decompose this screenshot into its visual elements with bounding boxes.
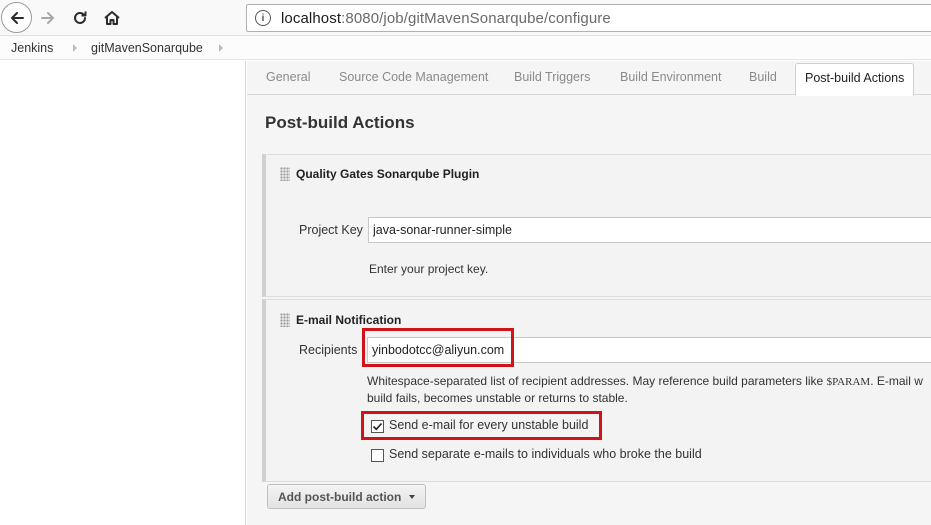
breadcrumb-job[interactable]: gitMavenSonarqube [91, 41, 203, 55]
config-tabbar: General Source Code Management Build Tri… [247, 61, 931, 96]
url-text: localhost:8080/job/gitMavenSonarqube/con… [281, 9, 611, 27]
project-key-label: Project Key [299, 223, 363, 237]
section-title: Post-build Actions [265, 113, 415, 132]
quality-gates-title: Quality Gates Sonarqube Plugin [296, 167, 480, 181]
tab-build-triggers[interactable]: Build Triggers [514, 70, 590, 84]
arrow-right-icon [41, 12, 54, 24]
unstable-build-highlight-box [361, 411, 602, 440]
recipients-help-param: $PARAM [826, 376, 871, 388]
email-notification-title: E-mail Notification [296, 313, 402, 327]
browser-toolbar: i localhost:8080/job/gitMavenSonarqube/c… [0, 0, 931, 36]
config-main: General Source Code Management Build Tri… [247, 61, 931, 525]
drag-handle-icon[interactable] [280, 167, 290, 181]
tab-general[interactable]: General [266, 70, 310, 84]
breadcrumb-separator-icon[interactable] [73, 44, 77, 52]
tab-post-build-actions[interactable]: Post-build Actions [795, 63, 915, 96]
separate-emails-checkbox[interactable] [371, 449, 384, 462]
tab-build-environment[interactable]: Build Environment [620, 70, 721, 84]
tab-source-code-management[interactable]: Source Code Management [339, 70, 488, 84]
recipients-help-text-tail: . E-mail w [870, 374, 923, 388]
reload-button[interactable] [64, 2, 96, 34]
recipients-highlight-box [362, 328, 514, 367]
home-icon [104, 11, 120, 25]
separate-emails-label[interactable]: Send separate e-mails to individuals who… [389, 447, 702, 461]
recipients-help: Whitespace-separated list of recipient a… [367, 373, 931, 406]
project-key-help: Enter your project key. [369, 262, 489, 276]
email-notification-panel: E-mail Notification Recipients Whitespac… [262, 299, 931, 482]
address-bar[interactable]: i localhost:8080/job/gitMavenSonarqube/c… [246, 4, 931, 32]
caret-down-icon [409, 494, 416, 499]
breadcrumb: Jenkins gitMavenSonarqube [0, 36, 931, 60]
add-post-build-action-label: Add post-build action [278, 489, 402, 504]
project-key-input[interactable] [368, 217, 931, 243]
reload-icon [74, 11, 87, 24]
info-icon[interactable]: i [255, 10, 271, 26]
back-button[interactable] [1, 2, 32, 33]
recipients-help-text: Whitespace-separated list of recipient a… [367, 374, 827, 388]
add-post-build-action-button[interactable]: Add post-build action [267, 484, 427, 509]
side-panel [0, 61, 246, 525]
home-button[interactable] [96, 2, 128, 34]
quality-gates-panel: Quality Gates Sonarqube Plugin Project K… [262, 154, 931, 297]
recipients-label: Recipients [299, 343, 358, 357]
forward-button[interactable] [32, 2, 64, 34]
drag-handle-icon[interactable] [280, 313, 290, 327]
recipients-help-line2: build fails, becomes unstable or returns… [367, 391, 628, 405]
breadcrumb-separator-icon[interactable] [219, 44, 223, 52]
breadcrumb-jenkins[interactable]: Jenkins [11, 41, 53, 55]
tab-build[interactable]: Build [749, 70, 777, 84]
arrow-left-icon [10, 11, 24, 24]
